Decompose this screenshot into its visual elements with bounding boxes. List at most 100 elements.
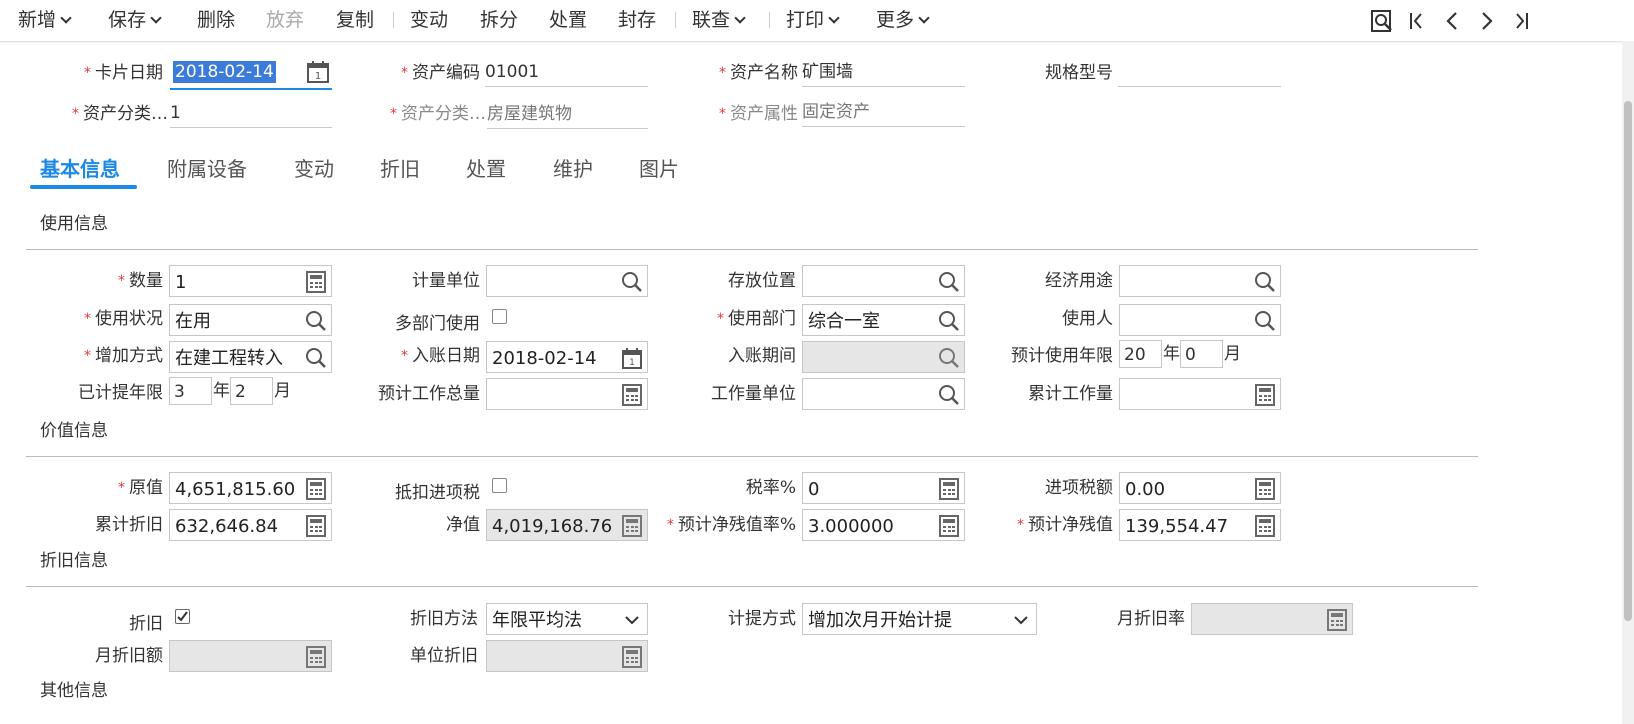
asset-name-label: * 资产名称 [719, 63, 798, 83]
scrollbar-thumb[interactable] [1624, 101, 1632, 621]
depr-method-select[interactable]: 年限平均法 [486, 603, 648, 635]
measure-unit-input[interactable] [486, 265, 648, 297]
category-code-field[interactable]: 1 [170, 99, 332, 128]
cum-work-input[interactable] [1119, 378, 1281, 410]
expected-life-years-input[interactable]: 20 [1119, 340, 1162, 368]
depreciation-label: 折旧 [129, 614, 163, 634]
entry-period-input [802, 341, 965, 373]
search-icon[interactable] [621, 271, 643, 293]
split-button[interactable]: 拆分 [480, 8, 518, 32]
depr-months-input[interactable]: 2 [230, 377, 273, 405]
delete-button[interactable]: 删除 [197, 8, 235, 32]
copy-button[interactable]: 复制 [336, 8, 374, 32]
entry-date-input[interactable]: 2018-02-14 1 [486, 341, 648, 373]
search-icon[interactable] [938, 310, 960, 332]
tab-basic-info[interactable]: 基本信息 [40, 155, 120, 183]
calendar-icon[interactable]: 1 [306, 60, 330, 84]
add-button[interactable]: 新增 [18, 8, 72, 32]
calculator-icon [1327, 609, 1347, 631]
more-button[interactable]: 更多 [876, 8, 930, 32]
residual-rate-label: * 预计净残值率% [666, 515, 796, 535]
last-record-icon[interactable] [1508, 8, 1534, 34]
dept-input[interactable]: 综合一室 [802, 304, 965, 336]
card-date-field[interactable]: 2018-02-14 1 [170, 58, 332, 90]
checkmark-icon [177, 611, 188, 622]
calculator-icon[interactable] [938, 515, 960, 537]
tab-accessories[interactable]: 附属设备 [167, 155, 247, 183]
value-section-title: 价值信息 [40, 421, 108, 441]
svg-text:1: 1 [315, 71, 321, 82]
user-input[interactable] [1119, 304, 1281, 336]
dispose-button[interactable]: 处置 [549, 8, 587, 32]
calculator-icon [306, 646, 326, 668]
input-tax-input[interactable]: 0.00 [1119, 472, 1281, 504]
spec-field[interactable] [1118, 58, 1281, 87]
expected-life-months-input[interactable]: 0 [1180, 340, 1223, 368]
linked-query-button[interactable]: 联查 [692, 8, 746, 32]
work-unit-input[interactable] [802, 378, 965, 410]
net-value-label: 净值 [446, 515, 480, 535]
total-work-input[interactable] [486, 378, 648, 410]
depr-method-label: 折旧方法 [410, 609, 478, 629]
calculator-icon[interactable] [1254, 478, 1276, 500]
search-icon[interactable] [1254, 271, 1276, 293]
search-icon[interactable] [305, 310, 327, 332]
residual-value-input[interactable]: 139,554.47 [1119, 509, 1281, 541]
active-tab-indicator [30, 185, 137, 189]
discard-button[interactable]: 放弃 [266, 8, 304, 32]
chevron-down-icon [828, 12, 840, 24]
search-icon[interactable] [938, 384, 960, 406]
calculator-icon[interactable] [621, 384, 643, 406]
tab-depreciation[interactable]: 折旧 [380, 155, 420, 183]
asset-name-field[interactable]: 矿围墙 [802, 58, 965, 87]
usage-section-title: 使用信息 [40, 214, 108, 234]
location-input[interactable] [802, 265, 965, 297]
residual-rate-input[interactable]: 3.000000 [802, 509, 965, 541]
tab-disposal[interactable]: 处置 [466, 155, 506, 183]
calculator-icon[interactable] [938, 478, 960, 500]
depreciation-checkbox[interactable] [175, 609, 190, 624]
add-method-input[interactable]: 在建工程转入 [169, 341, 332, 373]
calculator-icon[interactable] [305, 515, 327, 537]
save-button[interactable]: 保存 [108, 8, 162, 32]
calculator-icon[interactable] [305, 478, 327, 500]
search-icon[interactable] [938, 271, 960, 293]
previous-record-icon[interactable] [1439, 8, 1465, 34]
input-tax-value: 0.00 [1125, 479, 1166, 500]
tab-changes[interactable]: 变动 [294, 155, 334, 183]
original-value-input[interactable]: 4,651,815.60 [169, 472, 332, 504]
next-record-icon[interactable] [1474, 8, 1500, 34]
first-record-icon[interactable] [1404, 8, 1430, 34]
calculator-icon[interactable] [305, 271, 327, 293]
vertical-scrollbar[interactable] [1622, 41, 1634, 724]
entry-date-value: 2018-02-14 [492, 348, 597, 369]
status-value: 在用 [175, 311, 211, 332]
cum-depr-input[interactable]: 632,646.84 [169, 509, 332, 541]
chevron-down-icon[interactable] [621, 609, 643, 631]
tab-images[interactable]: 图片 [639, 155, 679, 183]
asset-code-field[interactable]: 01001 [485, 58, 648, 87]
section-divider [26, 456, 1478, 457]
chevron-down-icon[interactable] [1010, 609, 1032, 631]
depr-years-input[interactable]: 3 [169, 377, 212, 405]
economic-use-input[interactable] [1119, 265, 1281, 297]
search-icon[interactable] [1254, 310, 1276, 332]
change-button[interactable]: 变动 [410, 8, 448, 32]
calculator-icon[interactable] [1254, 384, 1276, 406]
tax-rate-input[interactable]: 0 [802, 472, 965, 504]
add-method-label: * 增加方式 [84, 346, 163, 366]
measure-unit-label: 计量单位 [412, 271, 480, 291]
deduct-tax-checkbox[interactable] [492, 478, 507, 493]
accrual-method-select[interactable]: 增加次月开始计提 [802, 603, 1037, 635]
preview-icon[interactable] [1369, 8, 1395, 34]
section-divider [26, 586, 1478, 587]
archive-button[interactable]: 封存 [618, 8, 656, 32]
calculator-icon[interactable] [1254, 515, 1276, 537]
print-button[interactable]: 打印 [786, 8, 840, 32]
calendar-icon[interactable]: 1 [621, 347, 643, 369]
search-icon[interactable] [305, 347, 327, 369]
multi-dept-checkbox[interactable] [492, 309, 507, 324]
tab-maintenance[interactable]: 维护 [553, 155, 593, 183]
status-input[interactable]: 在用 [169, 304, 332, 336]
quantity-input[interactable]: 1 [169, 265, 332, 297]
